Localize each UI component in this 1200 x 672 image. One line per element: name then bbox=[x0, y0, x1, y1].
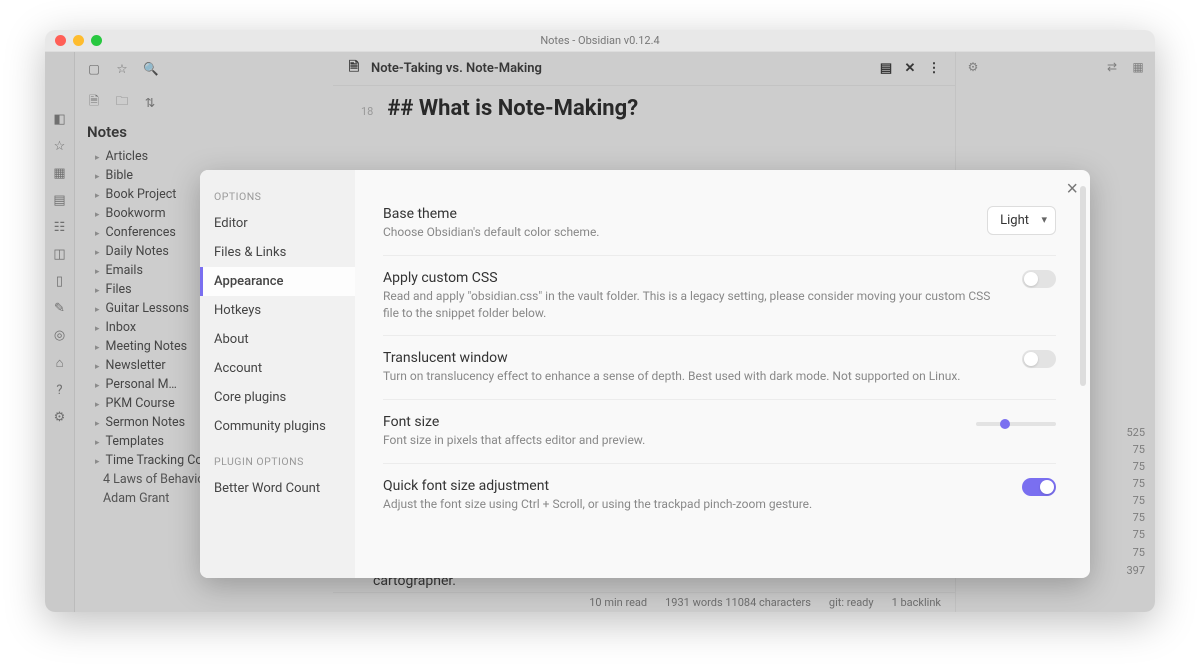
settings-nav-item[interactable]: Better Word Count bbox=[200, 474, 355, 503]
setting-desc: Turn on translucency effect to enhance a… bbox=[383, 368, 1002, 385]
setting-desc: Adjust the font size using Ctrl + Scroll… bbox=[383, 496, 1002, 513]
setting-title: Font size bbox=[383, 414, 956, 430]
setting-desc: Font size in pixels that affects editor … bbox=[383, 432, 956, 449]
settings-nav-item[interactable]: About bbox=[200, 325, 355, 354]
settings-body: Base theme Choose Obsidian's default col… bbox=[355, 170, 1090, 578]
dropdown-value: Light bbox=[1000, 213, 1029, 228]
custom-css-toggle[interactable] bbox=[1022, 270, 1056, 288]
setting-font-size: Font size Font size in pixels that affec… bbox=[383, 400, 1056, 464]
quick-font-toggle[interactable] bbox=[1022, 478, 1056, 496]
setting-title: Base theme bbox=[383, 206, 967, 222]
settings-nav-item[interactable]: Community plugins bbox=[200, 412, 355, 441]
settings-nav-item[interactable]: Hotkeys bbox=[200, 296, 355, 325]
main-area: ◧ ☆ ▦ ▤ ☷ ◫ ▯ ✎ ◎ ⌂ ? ⚙ ▢ ☆ 🔍 🗎 🗀 ⇅ No bbox=[45, 52, 1155, 612]
translucent-toggle[interactable] bbox=[1022, 350, 1056, 368]
setting-quick-font: Quick font size adjustment Adjust the fo… bbox=[383, 464, 1056, 527]
setting-desc: Choose Obsidian's default color scheme. bbox=[383, 224, 967, 241]
settings-modal: × OPTIONS EditorFiles & LinksAppearanceH… bbox=[200, 170, 1090, 578]
setting-base-theme: Base theme Choose Obsidian's default col… bbox=[383, 192, 1056, 256]
setting-title: Quick font size adjustment bbox=[383, 478, 1002, 494]
setting-desc: Read and apply "obsidian.css" in the vau… bbox=[383, 288, 1002, 322]
settings-nav-item[interactable]: Account bbox=[200, 354, 355, 383]
setting-title: Translucent window bbox=[383, 350, 1002, 366]
settings-nav-item[interactable]: Core plugins bbox=[200, 383, 355, 412]
settings-nav-item[interactable]: Editor bbox=[200, 209, 355, 238]
settings-nav-item[interactable]: Appearance bbox=[200, 267, 355, 296]
app-window: Notes - Obsidian v0.12.4 ◧ ☆ ▦ ▤ ☷ ◫ ▯ ✎… bbox=[45, 30, 1155, 612]
settings-nav: OPTIONS EditorFiles & LinksAppearanceHot… bbox=[200, 170, 355, 578]
nav-section-label: OPTIONS bbox=[200, 184, 355, 209]
titlebar: Notes - Obsidian v0.12.4 bbox=[45, 30, 1155, 52]
setting-translucent: Translucent window Turn on translucency … bbox=[383, 336, 1056, 400]
scrollbar[interactable] bbox=[1080, 186, 1086, 386]
window-title: Notes - Obsidian v0.12.4 bbox=[45, 34, 1155, 47]
setting-title: Apply custom CSS bbox=[383, 270, 1002, 286]
settings-nav-item[interactable]: Files & Links bbox=[200, 238, 355, 267]
nav-section-label: PLUGIN OPTIONS bbox=[200, 449, 355, 474]
setting-custom-css: Apply custom CSS Read and apply "obsidia… bbox=[383, 256, 1056, 337]
font-size-slider[interactable] bbox=[976, 422, 1056, 426]
theme-dropdown[interactable]: Light bbox=[987, 206, 1056, 235]
